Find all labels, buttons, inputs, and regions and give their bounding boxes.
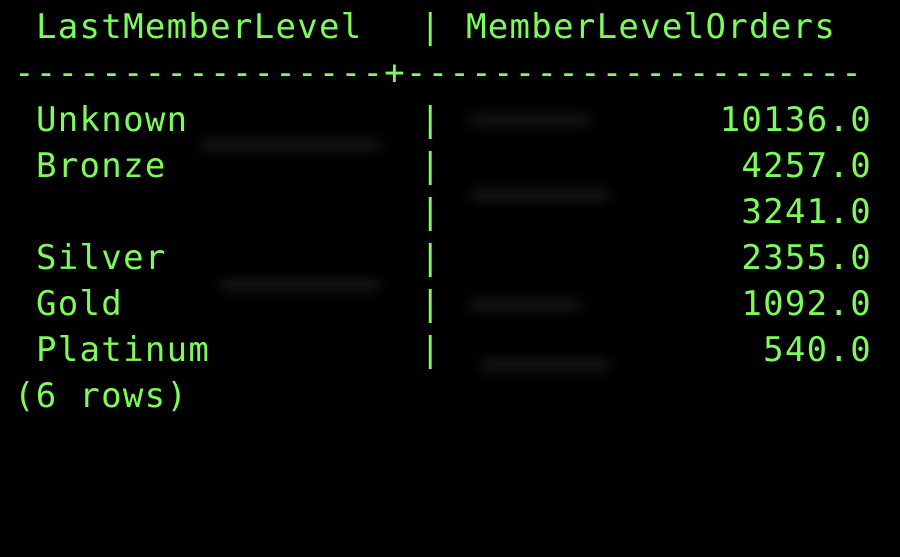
divider-left: ----------------- — [14, 53, 385, 93]
table-row: Platinum | 540.0 — [0, 327, 900, 373]
column-separator: | — [420, 284, 442, 324]
column-header-member-level-orders: MemberLevelOrders — [466, 7, 837, 47]
cell-level: Gold — [36, 284, 124, 324]
terminal-window[interactable]: LastMemberLevel | MemberLevelOrders ----… — [0, 0, 900, 430]
table-row: Silver | 2355.0 — [0, 235, 900, 281]
table-row: Unknown | 10136.0 — [0, 97, 900, 143]
cell-orders: 3241.0 — [741, 192, 872, 232]
column-separator: | — [420, 238, 442, 278]
cell-orders: 4257.0 — [741, 146, 872, 186]
cell-orders: 1092.0 — [741, 284, 872, 324]
divider-right: --------------------- — [405, 53, 864, 93]
column-header-last-member-level: LastMemberLevel — [36, 7, 363, 47]
table-row: Bronze | 4257.0 — [0, 143, 900, 189]
cell-level: Unknown — [36, 100, 189, 140]
table-row: | 3241.0 — [0, 189, 900, 235]
column-separator: | — [420, 330, 442, 370]
divider-plus: + — [384, 53, 406, 93]
column-separator: | — [420, 100, 442, 140]
row-count: (6 rows) — [14, 376, 189, 416]
column-separator: | — [420, 192, 442, 232]
column-separator: | — [420, 7, 442, 47]
table-header-row: LastMemberLevel | MemberLevelOrders — [0, 4, 900, 50]
cell-orders: 2355.0 — [741, 238, 872, 278]
cell-orders: 540.0 — [763, 330, 872, 370]
column-separator: | — [420, 146, 442, 186]
cell-orders: 10136.0 — [719, 100, 872, 140]
table-row: Gold | 1092.0 — [0, 281, 900, 327]
cell-level: Bronze — [36, 146, 167, 186]
cell-level: Platinum — [36, 330, 211, 370]
table-divider: -----------------+--------------------- — [14, 50, 894, 96]
cell-level: Silver — [36, 238, 167, 278]
